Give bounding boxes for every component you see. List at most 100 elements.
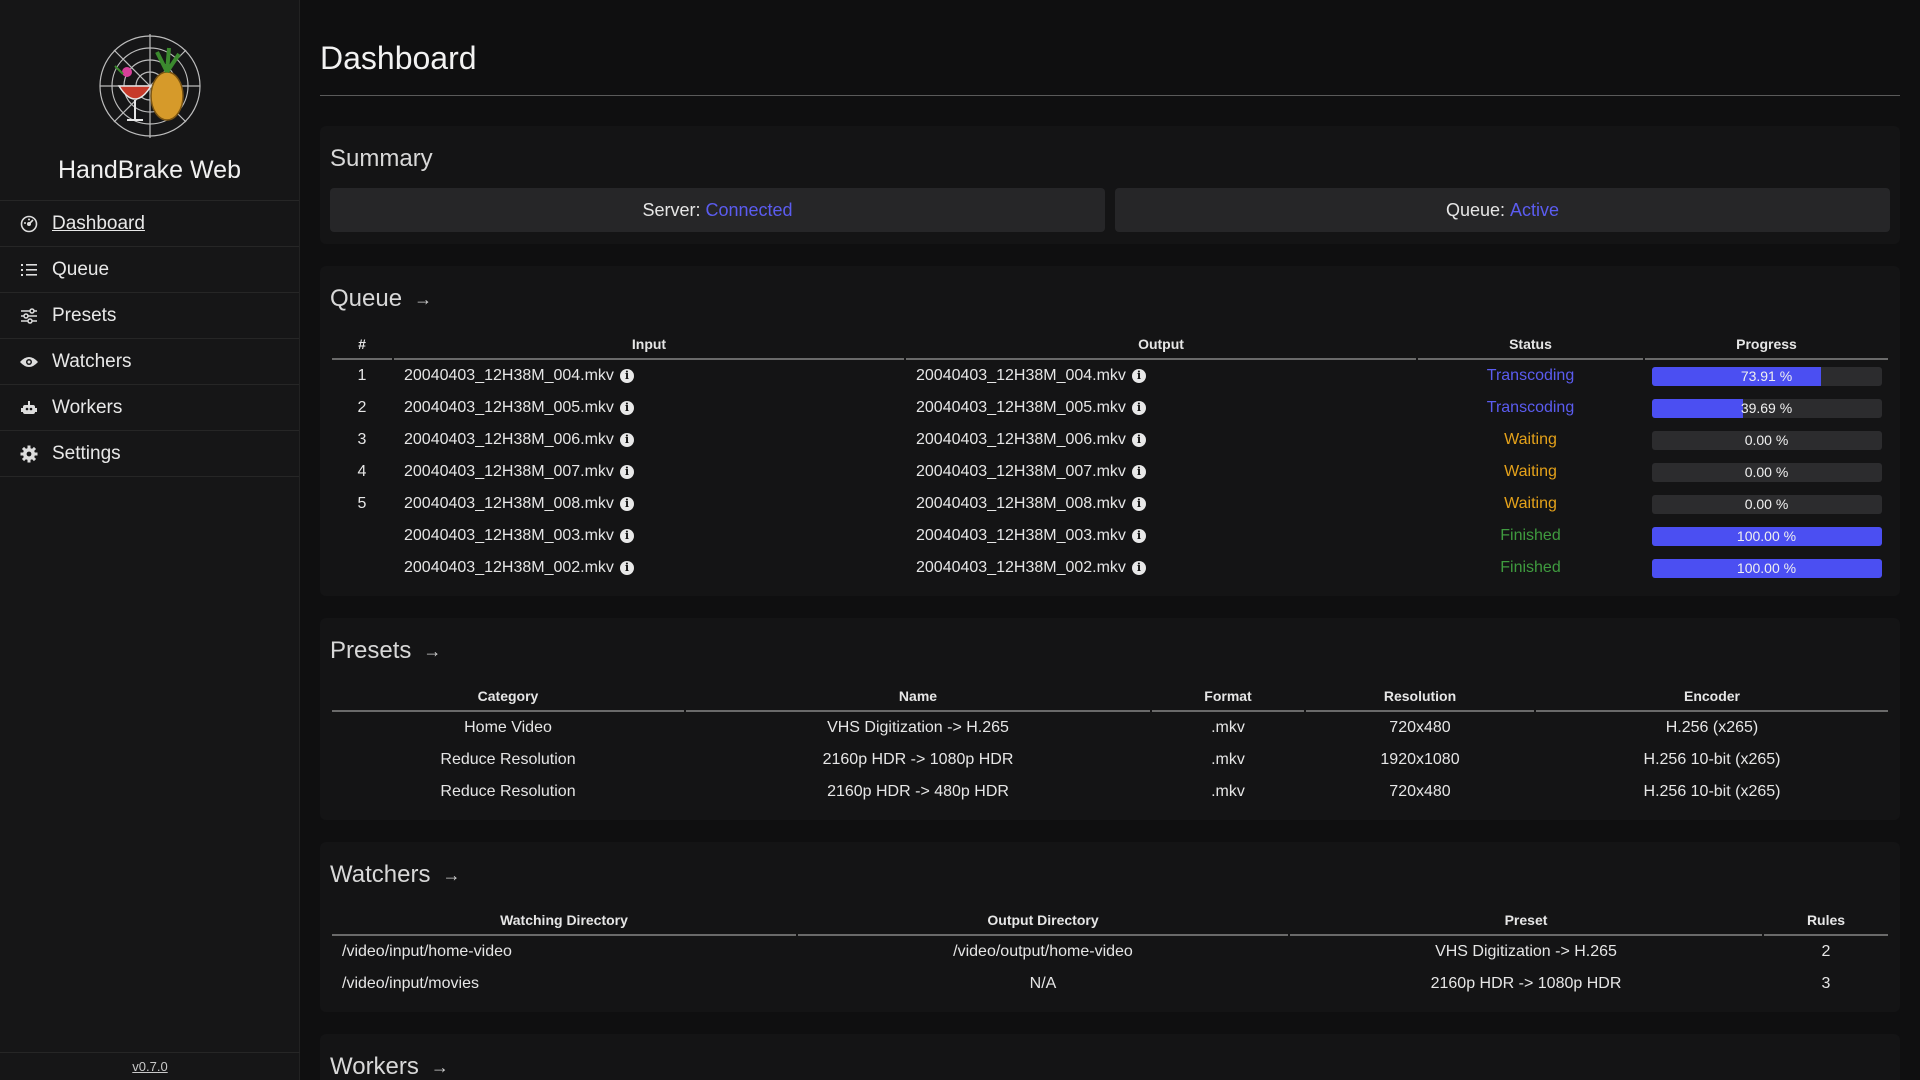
info-icon[interactable]: i: [619, 400, 634, 415]
queue-status: Waiting: [1504, 463, 1557, 480]
queue-card: Queue → # Input Output Status Progress 1…: [320, 266, 1900, 596]
sidebar-item-label: Watchers: [52, 350, 132, 372]
progress-fill: [1651, 398, 1743, 418]
queue-output-filename: 20040403_12H38M_002.mkv: [916, 559, 1126, 576]
watchers-table-body: /video/input/home-video/video/output/hom…: [332, 936, 1888, 1000]
queue-input-cell: 20040403_12H38M_004.mkv i: [394, 360, 904, 392]
queue-status: Transcoding: [1486, 367, 1575, 384]
column-header: Name: [686, 682, 1150, 712]
column-header: Output: [906, 330, 1416, 360]
sidebar: HandBrake Web Dashboard Queue Presets Wa…: [0, 0, 300, 1080]
sidebar-item-dashboard[interactable]: Dashboard: [0, 201, 299, 247]
arrow-right-icon[interactable]: →: [423, 628, 441, 674]
watcher-watching-directory: /video/input/home-video: [342, 943, 512, 960]
sidebar-item-presets[interactable]: Presets: [0, 293, 299, 339]
summary-row: Server: Connected Queue: Active: [330, 188, 1890, 232]
queue-row[interactable]: 5 20040403_12H38M_008.mkv i 20040403_12H38M…: [332, 488, 1888, 520]
queue-progress-cell: 39.69 %: [1645, 392, 1888, 424]
queue-row[interactable]: 1 20040403_12H38M_004.mkv i 20040403_12H38M…: [332, 360, 1888, 392]
queue-output-filename: 20040403_12H38M_008.mkv: [916, 495, 1126, 512]
preset-row[interactable]: Reduce Resolution 2160p HDR -> 1080p HDR.…: [332, 744, 1888, 776]
progress-text: 0.00 %: [1744, 431, 1789, 448]
info-icon[interactable]: i: [619, 560, 634, 575]
queue-table: # Input Output Status Progress 1 20040403…: [330, 330, 1890, 584]
queue-header-row: # Input Output Status Progress: [332, 330, 1888, 360]
watchers-card: Watchers → Watching Directory Output Dir…: [320, 842, 1900, 1012]
info-icon[interactable]: i: [619, 528, 634, 543]
version-link[interactable]: v0.7.0: [0, 1052, 300, 1080]
workers-section-header[interactable]: Workers →: [330, 1044, 1890, 1080]
watcher-row[interactable]: /video/input/movies N/A 2160p HDR -> 1080p…: [332, 968, 1888, 1000]
watchers-section-header[interactable]: Watchers →: [330, 852, 1890, 898]
progress-text: 0.00 %: [1744, 463, 1789, 480]
app-title: HandBrake Web: [58, 156, 241, 184]
sidebar-item-watchers[interactable]: Watchers: [0, 339, 299, 385]
watcher-rules: 2: [1821, 943, 1831, 960]
watcher-row[interactable]: /video/input/home-video/video/output/hom…: [332, 936, 1888, 968]
sidebar-item-queue[interactable]: Queue: [0, 247, 299, 293]
queue-output-cell: 20040403_12H38M_002.mkv i: [906, 552, 1416, 584]
column-header: Watching Directory: [332, 906, 796, 936]
watchers-header-row: Watching Directory Output Directory Pres…: [332, 906, 1888, 936]
queue-row[interactable]: 2 20040403_12H38M_005.mkv i 20040403_12H38M…: [332, 392, 1888, 424]
preset-name: 2160p HDR -> 480p HDR: [827, 783, 1009, 800]
arrow-right-icon[interactable]: →: [442, 852, 460, 898]
queue-input-cell: 20040403_12H38M_005.mkv i: [394, 392, 904, 424]
queue-progress-cell: 0.00 %: [1645, 456, 1888, 488]
progress-bar: 39.69 %: [1651, 398, 1882, 418]
queue-row[interactable]: 20040403_12H38M_002.mkv i 20040403_12H38M_…: [332, 552, 1888, 584]
preset-category: Reduce Resolution: [440, 751, 576, 768]
queue-row-number: 5: [357, 495, 367, 512]
info-icon[interactable]: i: [619, 496, 634, 511]
queue-progress-cell: 0.00 %: [1645, 488, 1888, 520]
queue-row[interactable]: 20040403_12H38M_003.mkv i 20040403_12H38M_…: [332, 520, 1888, 552]
progress-bar: 100.00 %: [1651, 558, 1882, 578]
info-icon[interactable]: i: [1131, 400, 1146, 415]
presets-card: Presets → Category Name Format Resolutio…: [320, 618, 1900, 820]
sidebar-item-workers[interactable]: Workers: [0, 385, 299, 431]
presets-table-body: Home Video VHS Digitization -> H.265 .mkv 7…: [332, 712, 1888, 808]
sidebar-item-settings[interactable]: Settings: [0, 431, 299, 477]
queue-input-filename: 20040403_12H38M_006.mkv: [404, 431, 614, 448]
queue-output-cell: 20040403_12H38M_006.mkv i: [906, 424, 1416, 456]
column-header: Encoder: [1536, 682, 1888, 712]
progress-bar: 0.00 %: [1651, 494, 1882, 514]
presets-section-header[interactable]: Presets →: [330, 628, 1890, 674]
queue-title: Queue: [330, 285, 403, 312]
info-icon[interactable]: i: [1131, 368, 1146, 383]
queue-row[interactable]: 3 20040403_12H38M_006.mkv i 20040403_12H38M…: [332, 424, 1888, 456]
watchers-table: Watching Directory Output Directory Pres…: [330, 906, 1890, 1000]
queue-output-filename: 20040403_12H38M_003.mkv: [916, 527, 1126, 544]
info-icon[interactable]: i: [1131, 560, 1146, 575]
queue-table-body: 1 20040403_12H38M_004.mkv i 20040403_12H38M…: [332, 360, 1888, 584]
queue-section-header[interactable]: Queue →: [330, 276, 1890, 322]
queue-output-filename: 20040403_12H38M_007.mkv: [916, 463, 1126, 480]
info-icon[interactable]: i: [1131, 496, 1146, 511]
robot-icon: [18, 397, 40, 419]
column-header: Rules: [1764, 906, 1888, 936]
preset-encoder: H.256 10-bit (x265): [1643, 783, 1781, 800]
preset-row[interactable]: Reduce Resolution 2160p HDR -> 480p HDR .m…: [332, 776, 1888, 808]
presets-title: Presets: [330, 637, 412, 664]
info-icon[interactable]: i: [619, 368, 634, 383]
info-icon[interactable]: i: [619, 432, 634, 447]
queue-row[interactable]: 4 20040403_12H38M_007.mkv i 20040403_12H38M…: [332, 456, 1888, 488]
sidebar-nav: Dashboard Queue Presets Watchers Workers: [0, 200, 299, 477]
preset-name: VHS Digitization -> H.265: [827, 719, 1009, 736]
preset-row[interactable]: Home Video VHS Digitization -> H.265 .mkv 7…: [332, 712, 1888, 744]
queue-input-cell: 20040403_12H38M_008.mkv i: [394, 488, 904, 520]
preset-resolution: 1920x1080: [1380, 751, 1460, 768]
workers-card: Workers →: [320, 1034, 1900, 1080]
queue-label: Queue:: [1445, 199, 1505, 220]
progress-fill: [1651, 366, 1822, 386]
sidebar-item-label: Presets: [52, 304, 117, 326]
info-icon[interactable]: i: [1131, 528, 1146, 543]
queue-status-value: Active: [1510, 199, 1560, 220]
server-label: Server:: [642, 199, 701, 220]
info-icon[interactable]: i: [619, 464, 634, 479]
arrow-right-icon[interactable]: →: [414, 276, 432, 322]
arrow-right-icon[interactable]: →: [431, 1044, 449, 1080]
info-icon[interactable]: i: [1131, 464, 1146, 479]
queue-progress-cell: 100.00 %: [1645, 552, 1888, 584]
info-icon[interactable]: i: [1131, 432, 1146, 447]
